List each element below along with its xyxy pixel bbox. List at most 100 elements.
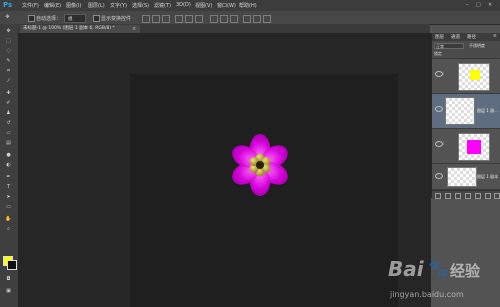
layer-name[interactable]: 图层 1 副本 xyxy=(477,174,498,180)
menu-help[interactable]: 帮助(H) xyxy=(239,2,257,9)
distribute-bottom-icon[interactable] xyxy=(230,15,238,23)
layer-thumbnail xyxy=(447,167,477,187)
lasso-tool-icon[interactable]: ◌ xyxy=(4,48,13,55)
adjustment-layer-icon[interactable] xyxy=(465,193,471,199)
align-bottom-icon[interactable] xyxy=(162,15,170,23)
screen-mode-icon[interactable]: ▣ xyxy=(4,288,13,295)
distribute-middle-icon[interactable] xyxy=(220,15,228,23)
pen-tool-icon[interactable]: ✒ xyxy=(4,174,13,181)
tab-layers[interactable]: 图层 xyxy=(435,34,444,40)
gradient-tool-icon[interactable]: ▤ xyxy=(4,140,13,147)
add-mask-icon[interactable] xyxy=(455,193,461,199)
clone-stamp-tool-icon[interactable]: ♟ xyxy=(4,110,13,117)
type-tool-icon[interactable]: T xyxy=(4,184,13,191)
panel-menu-icon[interactable]: ≡ xyxy=(493,34,497,39)
distribute-right-icon[interactable] xyxy=(263,15,271,23)
move-tool-preset-icon[interactable]: ✥ xyxy=(3,14,12,21)
minimize-button[interactable]: – xyxy=(466,2,469,8)
menu-layer[interactable]: 图层(L) xyxy=(88,2,105,9)
maximize-button[interactable]: □ xyxy=(476,2,481,8)
marquee-tool-icon[interactable]: ⬚ xyxy=(4,38,13,45)
layer-controls: 正常 不透明度 锁定 xyxy=(432,41,500,59)
visibility-eye-icon[interactable] xyxy=(435,71,443,77)
delete-layer-icon[interactable] xyxy=(494,193,500,199)
visibility-eye-icon[interactable] xyxy=(435,141,443,147)
menu-view[interactable]: 视图(V) xyxy=(195,2,212,9)
new-layer-icon[interactable] xyxy=(485,193,491,199)
show-transform-checkbox[interactable] xyxy=(93,15,100,22)
watermark-brand: Bai xyxy=(388,257,424,281)
auto-select-dropdown[interactable]: 组 xyxy=(64,14,86,23)
align-right-icon[interactable] xyxy=(195,15,203,23)
zoom-tool-icon[interactable]: ⌕ xyxy=(4,226,13,233)
close-window-button[interactable]: ✕ xyxy=(488,2,492,8)
document-tab[interactable]: 未标题-1 @ 100% (图层 1 副本 6, RGB/8) * × xyxy=(20,25,140,33)
center-core xyxy=(256,161,264,169)
distribute-left-icon[interactable] xyxy=(243,15,251,23)
menu-image[interactable]: 图像(I) xyxy=(66,2,81,9)
history-brush-tool-icon[interactable]: ↺ xyxy=(4,120,13,127)
blend-mode-value: 正常 xyxy=(436,44,444,49)
layer-style-icon[interactable] xyxy=(445,193,451,199)
align-left-icon[interactable] xyxy=(175,15,183,23)
layer-row[interactable]: 图层 1 副本 xyxy=(432,164,500,190)
auto-select-value: 组 xyxy=(68,17,73,22)
background-color-swatch[interactable] xyxy=(7,260,17,270)
chain-link-icon: ⁞ xyxy=(443,71,445,77)
close-tab-icon[interactable]: × xyxy=(132,25,136,33)
menu-file[interactable]: 文件(F) xyxy=(22,2,39,9)
layer-thumbnail xyxy=(458,63,490,91)
quick-select-tool-icon[interactable]: ✎ xyxy=(4,58,13,65)
menu-window[interactable]: 窗口(W) xyxy=(217,2,236,9)
quick-mask-icon[interactable]: ◘ xyxy=(4,276,13,283)
menu-bar: Ps 文件(F) 编辑(E) 图像(I) 图层(L) 文字(Y) 选择(S) 滤… xyxy=(0,0,500,11)
yellow-fill-thumb xyxy=(470,70,480,80)
auto-select-checkbox[interactable] xyxy=(28,15,35,22)
blur-tool-icon[interactable]: ● xyxy=(4,152,13,159)
baidu-watermark: Bai 🐾 经验 jingyan.baidu.com xyxy=(388,257,498,303)
shape-tool-icon[interactable]: ▭ xyxy=(4,204,13,211)
watermark-url: jingyan.baidu.com xyxy=(390,290,464,299)
menu-type[interactable]: 文字(Y) xyxy=(110,2,127,9)
link-layers-icon[interactable] xyxy=(435,193,441,199)
align-top-icon[interactable] xyxy=(142,15,150,23)
visibility-eye-icon[interactable] xyxy=(435,106,443,112)
align-center-icon[interactable] xyxy=(185,15,193,23)
eraser-tool-icon[interactable]: ▱ xyxy=(4,130,13,137)
blend-mode-dropdown[interactable]: 正常 xyxy=(434,43,464,49)
healing-brush-tool-icon[interactable]: ✚ xyxy=(4,90,13,97)
panel-tabs: 图层 通道 路径 ≡ xyxy=(432,33,500,41)
flower-artwork[interactable] xyxy=(228,133,292,197)
layers-panel-footer xyxy=(432,190,500,199)
hand-tool-icon[interactable]: ✋ xyxy=(4,216,13,223)
photoshop-logo: Ps xyxy=(3,1,13,9)
menu-select[interactable]: 选择(S) xyxy=(132,2,149,9)
align-middle-icon[interactable] xyxy=(152,15,160,23)
layer-row[interactable]: ⁞ xyxy=(432,129,500,164)
layer-name[interactable]: 图层 1 副... xyxy=(477,108,498,114)
new-group-icon[interactable] xyxy=(475,193,481,199)
visibility-eye-icon[interactable] xyxy=(435,173,443,179)
distribute-top-icon[interactable] xyxy=(210,15,218,23)
tab-channels[interactable]: 通道 xyxy=(451,34,460,40)
distribute-center-icon[interactable] xyxy=(253,15,261,23)
layer-row[interactable]: ⁞ xyxy=(432,59,500,94)
layers-panel: 图层 通道 路径 ≡ 正常 不透明度 锁定 ⁞ 图层 1 副... ⁞ 图层 1… xyxy=(431,33,500,199)
eyedropper-tool-icon[interactable]: ⁄ xyxy=(4,78,13,85)
chain-link-icon: ⁞ xyxy=(443,141,445,147)
dodge-tool-icon[interactable]: ◐ xyxy=(4,162,13,169)
watermark-brand-cn: 经验 xyxy=(450,262,481,280)
menu-edit[interactable]: 编辑(E) xyxy=(44,2,61,9)
menu-3d[interactable]: 3D(D) xyxy=(176,2,191,8)
path-select-tool-icon[interactable]: ➤ xyxy=(4,194,13,201)
brush-tool-icon[interactable]: ✐ xyxy=(4,100,13,107)
move-tool-icon[interactable]: ✥ xyxy=(4,28,13,35)
paw-icon: 🐾 xyxy=(428,259,450,279)
layer-thumbnail xyxy=(445,97,475,125)
crop-tool-icon[interactable]: ⌗ xyxy=(4,68,13,75)
document-tab-bar: 未标题-1 @ 100% (图层 1 副本 6, RGB/8) * × xyxy=(18,24,430,33)
tab-paths[interactable]: 路径 xyxy=(467,34,476,40)
toolbox: ✥ ⬚ ◌ ✎ ⌗ ⁄ ✚ ✐ ♟ ↺ ▱ ▤ ● ◐ ✒ T ➤ ▭ ✋ ⌕ … xyxy=(0,24,19,307)
layer-row-selected[interactable]: 图层 1 副... xyxy=(432,94,500,129)
menu-filter[interactable]: 滤镜(T) xyxy=(154,2,171,9)
